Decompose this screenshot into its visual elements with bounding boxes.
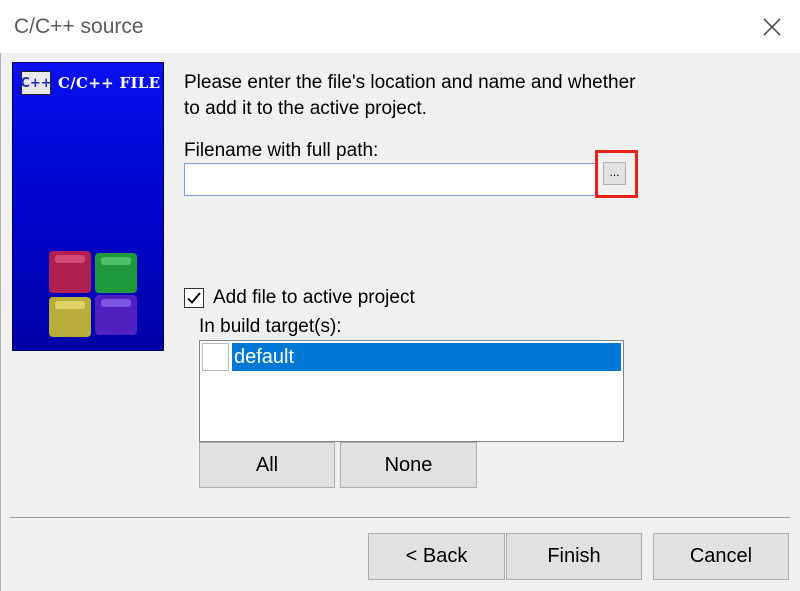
browse-button[interactable]: ... bbox=[603, 162, 626, 185]
wizard-banner: C++ C/C++ FILE bbox=[12, 62, 164, 351]
finish-button[interactable]: Finish bbox=[506, 533, 642, 580]
cubes-logo-icon bbox=[49, 251, 137, 337]
add-to-project-label: Add file to active project bbox=[213, 287, 415, 308]
window-title: C/C++ source bbox=[14, 15, 144, 38]
cancel-button[interactable]: Cancel bbox=[653, 533, 789, 580]
footer-separator bbox=[10, 517, 790, 518]
select-none-button[interactable]: None bbox=[340, 442, 477, 488]
window-left-border bbox=[0, 53, 1, 591]
filename-label: Filename with full path: bbox=[184, 140, 379, 161]
instructions-text: Please enter the file's location and nam… bbox=[184, 72, 636, 119]
back-button[interactable]: < Back bbox=[368, 533, 505, 580]
banner-title: C/C++ FILE bbox=[58, 74, 161, 92]
select-all-button[interactable]: All bbox=[199, 442, 335, 488]
build-targets-list[interactable]: default bbox=[199, 340, 624, 442]
target-checkbox[interactable] bbox=[202, 343, 229, 371]
add-to-project-toggle[interactable]: Add file to active project bbox=[184, 287, 415, 309]
checkmark-icon bbox=[187, 292, 201, 304]
filename-input[interactable] bbox=[184, 163, 596, 196]
browse-highlight[interactable]: ... bbox=[595, 150, 638, 198]
close-icon bbox=[763, 17, 781, 36]
cpp-file-icon: C++ bbox=[20, 71, 52, 95]
build-targets-label: In build target(s): bbox=[199, 316, 342, 337]
list-item[interactable]: default bbox=[202, 343, 621, 371]
title-bar: C/C++ source bbox=[0, 0, 800, 53]
add-to-project-checkbox[interactable] bbox=[184, 288, 204, 308]
banner-icon-text: C++ bbox=[20, 75, 52, 91]
close-button[interactable] bbox=[744, 0, 800, 53]
target-label: default bbox=[232, 343, 621, 371]
